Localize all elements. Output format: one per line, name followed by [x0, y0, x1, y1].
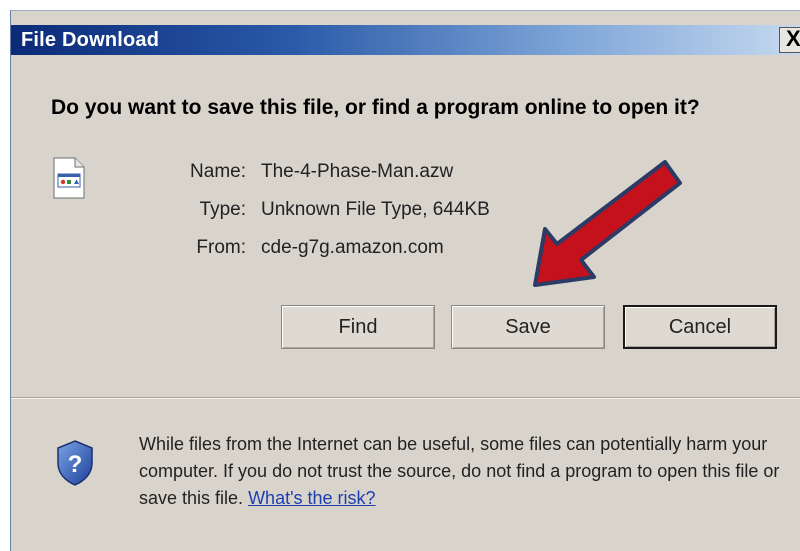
name-value: The-4-Phase-Man.azw [261, 161, 454, 182]
cancel-button[interactable]: Cancel [623, 305, 777, 349]
find-button[interactable]: Find [281, 305, 435, 349]
shield-question-icon: ? [57, 440, 93, 486]
from-label: From: [196, 237, 246, 258]
warning-text: While files from the Internet can be use… [139, 431, 789, 512]
dialog-title: File Download [21, 29, 160, 51]
title-bar[interactable]: File Download X [11, 25, 800, 55]
type-label: Type: [199, 199, 246, 220]
warning-message: While files from the Internet can be use… [139, 434, 780, 508]
type-value: Unknown File Type, 644KB [261, 199, 490, 220]
close-button[interactable]: X [779, 27, 800, 53]
svg-text:?: ? [68, 451, 83, 478]
name-label: Name: [190, 161, 246, 182]
divider [11, 397, 800, 399]
whats-the-risk-link[interactable]: What's the risk? [248, 488, 375, 508]
file-icon [53, 157, 85, 199]
dialog-question: Do you want to save this file, or find a… [51, 96, 700, 119]
file-download-dialog: File Download X Do you want to save this… [10, 10, 800, 551]
save-button[interactable]: Save [451, 305, 605, 349]
from-value: cde-g7g.amazon.com [261, 237, 444, 258]
